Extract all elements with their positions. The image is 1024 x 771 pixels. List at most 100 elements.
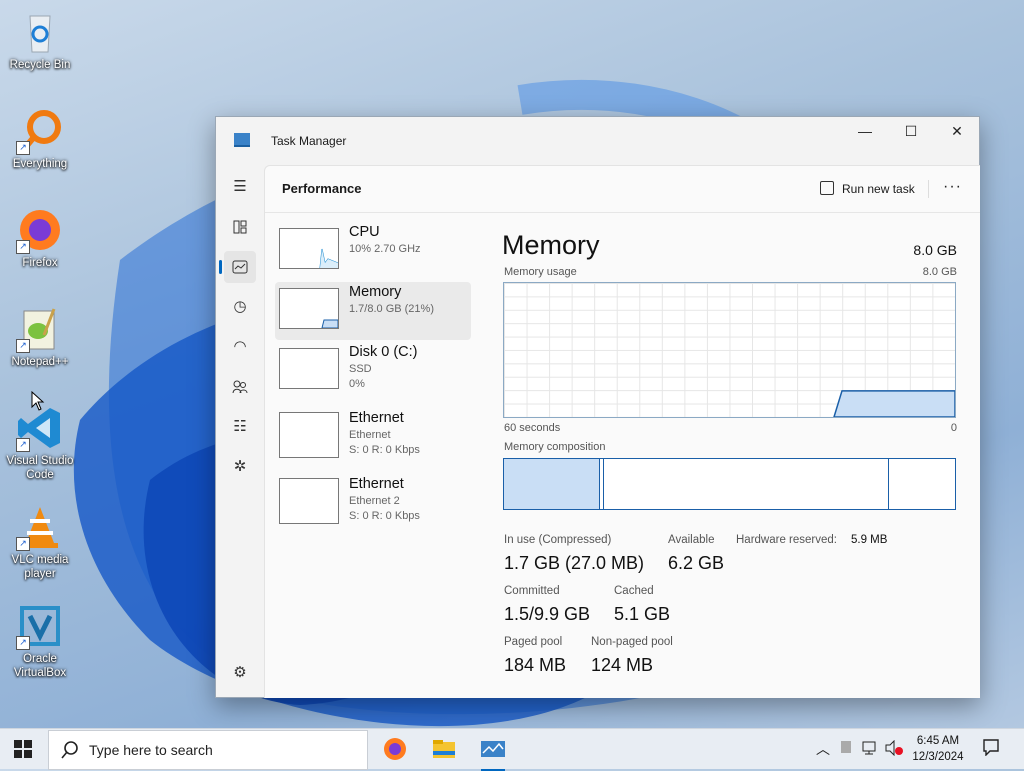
paged-pool-label: Paged pool bbox=[504, 636, 563, 648]
device-cpu[interactable]: CPU 10% 2.70 GHz bbox=[275, 222, 471, 280]
desktop-icon-label: Everything bbox=[12, 158, 68, 170]
device-name: Ethernet bbox=[349, 410, 404, 426]
detail-title: Memory bbox=[502, 230, 600, 260]
desktop-icon-label: Oracle VirtualBox bbox=[13, 653, 67, 679]
cached-value: 5.1 GB bbox=[614, 604, 671, 624]
close-button[interactable]: ✕ bbox=[934, 117, 980, 147]
hardware-reserved-label: Hardware reserved: bbox=[736, 534, 837, 546]
window-title: Task Manager bbox=[271, 134, 347, 148]
maximize-button[interactable]: ☐ bbox=[888, 117, 934, 147]
desktop-icon-everything[interactable]: ↗ Everything bbox=[2, 107, 78, 171]
cpu-mini-chart bbox=[319, 248, 339, 269]
memory-usage-label: Memory usage bbox=[504, 266, 577, 278]
minimize-button[interactable]: — bbox=[842, 117, 888, 147]
menu-icon[interactable]: ☰ bbox=[224, 171, 256, 203]
app-history-icon[interactable]: ◷ bbox=[224, 291, 256, 323]
device-detail: Ethernet bbox=[349, 429, 391, 441]
shortcut-arrow-icon: ↗ bbox=[16, 537, 30, 551]
volume-muted-icon[interactable] bbox=[885, 739, 903, 761]
memory-thumbnail-graph bbox=[279, 288, 339, 329]
device-memory[interactable]: Memory 1.7/8.0 GB (21%) bbox=[275, 282, 471, 340]
services-icon[interactable]: ✲ bbox=[224, 451, 256, 483]
non-paged-pool-value: 124 MB bbox=[591, 655, 654, 675]
desktop-icon-vlc[interactable]: ↗ VLC media player bbox=[2, 503, 78, 581]
recycle-bin-icon bbox=[16, 8, 64, 56]
memory-usage-line bbox=[833, 390, 955, 417]
desktop-icon-label: Notepad++ bbox=[11, 356, 69, 368]
search-placeholder: Type here to search bbox=[89, 742, 213, 758]
device-detail: 1.7/8.0 GB (21%) bbox=[349, 303, 434, 315]
device-disk[interactable]: Disk 0 (C:) SSD 0% bbox=[275, 342, 471, 400]
device-ethernet-1[interactable]: Ethernet Ethernet S: 0 R: 0 Kbps bbox=[275, 408, 471, 466]
device-name: Disk 0 (C:) bbox=[349, 344, 418, 360]
title-bar[interactable]: Task Manager — ☐ ✕ bbox=[216, 117, 979, 165]
composition-modified bbox=[603, 459, 604, 509]
run-new-task-icon bbox=[820, 181, 834, 195]
desktop-icon-label: Visual Studio Code bbox=[6, 455, 74, 481]
settings-icon[interactable]: ⚙ bbox=[224, 657, 256, 689]
task-manager-icon bbox=[234, 133, 250, 147]
task-manager-icon bbox=[481, 741, 505, 757]
firefox-icon: ↗ bbox=[16, 206, 64, 254]
start-button[interactable] bbox=[14, 740, 32, 763]
startup-apps-icon[interactable]: ◠ bbox=[224, 331, 256, 363]
device-name: CPU bbox=[349, 224, 380, 240]
details-icon[interactable]: ☷ bbox=[224, 411, 256, 443]
performance-pane: Performance Run new task ··· CPU 10% 2.7… bbox=[264, 165, 980, 698]
desktop-icon-label: Recycle Bin bbox=[9, 59, 71, 71]
desktop-icon-firefox[interactable]: ↗ Firefox bbox=[2, 206, 78, 270]
disk-thumbnail-graph bbox=[279, 348, 339, 389]
tray-app-icon[interactable] bbox=[841, 741, 851, 753]
memory-composition-bar bbox=[503, 458, 956, 510]
memory-usage-max: 8.0 GB bbox=[922, 266, 957, 278]
run-new-task-button[interactable]: Run new task bbox=[820, 176, 915, 202]
device-throughput: S: 0 R: 0 Kbps bbox=[349, 444, 420, 456]
device-ethernet-2[interactable]: Ethernet Ethernet 2 S: 0 R: 0 Kbps bbox=[275, 474, 471, 532]
shortcut-arrow-icon: ↗ bbox=[16, 240, 30, 254]
desktop-icon-virtualbox[interactable]: ↗ Oracle VirtualBox bbox=[2, 602, 78, 680]
page-title: Performance bbox=[282, 181, 362, 196]
taskbar-search[interactable]: Type here to search bbox=[48, 730, 368, 770]
committed-value: 1.5/9.9 GB bbox=[504, 604, 591, 624]
in-use-value: 1.7 GB (27.0 MB) bbox=[504, 553, 645, 573]
memory-usage-graph bbox=[503, 282, 956, 418]
network-icon[interactable] bbox=[862, 740, 878, 761]
composition-standby bbox=[888, 459, 889, 509]
desktop-icon-recycle-bin[interactable]: Recycle Bin bbox=[2, 8, 78, 72]
clock-time: 6:45 AM bbox=[916, 735, 960, 747]
performance-header: Performance Run new task ··· bbox=[265, 166, 980, 213]
cpu-thumbnail-graph bbox=[279, 228, 339, 269]
more-options-button[interactable]: ··· bbox=[943, 178, 962, 196]
virtualbox-icon: ↗ bbox=[16, 602, 64, 650]
shortcut-arrow-icon: ↗ bbox=[16, 141, 30, 155]
taskbar-task-manager[interactable] bbox=[479, 735, 507, 771]
task-manager-window: Task Manager — ☐ ✕ ☰ ◷ ◠ ☷ ✲ ⚙ Performan… bbox=[215, 116, 980, 698]
memory-mini-chart bbox=[321, 319, 339, 329]
show-hidden-icons-button[interactable]: ︿ bbox=[816, 739, 830, 759]
run-new-task-label: Run new task bbox=[842, 182, 915, 196]
detail-total: 8.0 GB bbox=[913, 242, 957, 258]
device-name: Ethernet bbox=[349, 476, 404, 492]
notifications-icon[interactable] bbox=[982, 738, 1000, 761]
windows-logo-icon bbox=[14, 740, 32, 758]
desktop-icon-vscode[interactable]: ↗ Visual Studio Code bbox=[2, 404, 78, 482]
committed-label: Committed bbox=[504, 585, 560, 597]
processes-icon[interactable] bbox=[224, 211, 256, 243]
taskbar-firefox[interactable] bbox=[381, 735, 409, 763]
nav-rail: ☰ ◷ ◠ ☷ ✲ ⚙ bbox=[216, 165, 264, 697]
graph-time-right: 0 bbox=[950, 422, 957, 434]
paged-pool-value: 184 MB bbox=[504, 655, 567, 675]
graph-time-left: 60 seconds bbox=[504, 422, 561, 434]
shortcut-arrow-icon: ↗ bbox=[16, 339, 30, 353]
clock-date: 12/3/2024 bbox=[912, 751, 964, 763]
performance-icon[interactable] bbox=[219, 251, 256, 283]
device-detail: Ethernet 2 bbox=[349, 495, 400, 507]
memory-composition-label: Memory composition bbox=[504, 441, 606, 453]
desktop-icon-notepad-plus-plus[interactable]: ↗ Notepad++ bbox=[2, 305, 78, 369]
taskbar: Type here to search ︿ 6:45 AM 12/3/2024 bbox=[0, 728, 1024, 771]
taskbar-clock[interactable]: 6:45 AM 12/3/2024 bbox=[907, 733, 969, 765]
taskbar-file-explorer[interactable] bbox=[430, 735, 458, 763]
users-icon[interactable] bbox=[224, 371, 256, 403]
device-detail: 10% 2.70 GHz bbox=[349, 243, 421, 255]
cached-label: Cached bbox=[614, 585, 654, 597]
